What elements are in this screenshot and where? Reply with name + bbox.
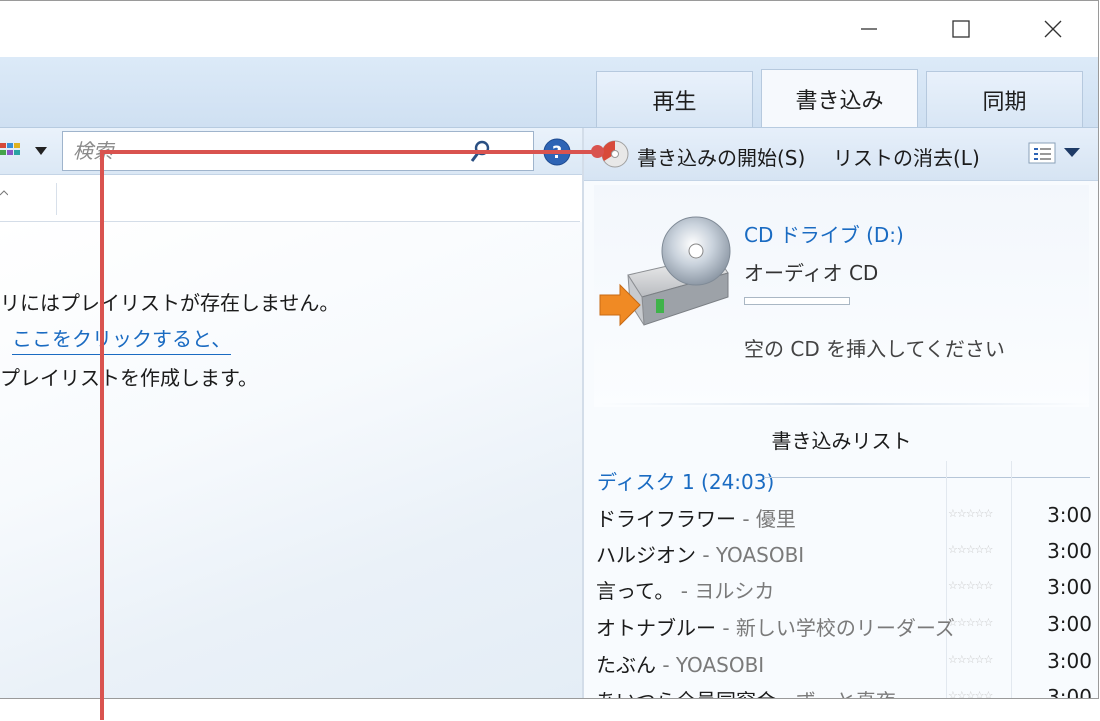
chevron-down-icon[interactable] [34, 146, 48, 156]
list-options-icon [1028, 142, 1080, 164]
callout-dot [591, 145, 604, 158]
maximize-button[interactable] [938, 9, 984, 49]
cd-drive-icon [599, 216, 731, 327]
disc-label[interactable]: ディスク 1 (24:03) [597, 466, 774, 495]
track-artist: - 新しい学校のリーダーズ [716, 616, 955, 640]
track-duration: 3:00 [1047, 575, 1092, 599]
burn-list-item[interactable]: あいつら全員同窓会 - ずっと真夜 ☆☆☆☆☆ 3:00 [596, 685, 1096, 699]
burn-list-item[interactable]: 言って。 - ヨルシカ ☆☆☆☆☆ 3:00 [596, 575, 1096, 611]
track-title: あいつら全員同窓会 [596, 689, 776, 698]
burn-list-item[interactable]: たぶん - YOASOBI ☆☆☆☆☆ 3:00 [596, 649, 1096, 685]
track-duration: 3:00 [1047, 685, 1092, 699]
track-duration: 3:00 [1047, 503, 1092, 527]
track-title: たぶん [596, 653, 656, 677]
rating-stars[interactable]: ☆☆☆☆☆ [948, 616, 993, 629]
rating-stars[interactable]: ☆☆☆☆☆ [948, 689, 993, 698]
close-icon [1044, 20, 1062, 38]
section-divider [600, 403, 1090, 405]
track-title: オトナブルー [596, 616, 716, 640]
track-artist: - ずっと真夜 [776, 689, 896, 698]
list-options-button[interactable] [1028, 141, 1084, 167]
media-player-window: 再生 書き込み 同期 ? リにはプレイリストが存在しません。 ここをクリックする… [0, 0, 1099, 699]
track-duration: 3:00 [1047, 539, 1092, 563]
track-duration: 3:00 [1047, 649, 1092, 673]
drive-progress-bar [744, 297, 850, 305]
minimize-button[interactable] [846, 9, 892, 49]
maximize-icon [952, 20, 970, 38]
tab-sync[interactable]: 同期 [926, 71, 1083, 127]
minimize-icon [861, 28, 877, 30]
rating-stars[interactable]: ☆☆☆☆☆ [948, 507, 993, 520]
track-artist: - ヨルシカ [674, 579, 775, 603]
burn-disc-icon[interactable] [600, 139, 630, 169]
drive-type: オーディオ CD [744, 261, 879, 285]
callout-line-horizontal [100, 150, 600, 154]
track-title: ドライフラワー [596, 507, 736, 531]
tab-burn[interactable]: 書き込み [761, 69, 918, 127]
clear-list-button[interactable]: リストの消去(L) [833, 142, 980, 171]
burn-list-item[interactable]: ハルジオン - YOASOBI ☆☆☆☆☆ 3:00 [596, 539, 1096, 575]
title-bar [0, 1, 1098, 57]
create-playlist-message: プレイリストを作成します。 [0, 366, 258, 390]
track-duration: 3:00 [1047, 612, 1092, 636]
create-playlist-link[interactable]: ここをクリックすると、 [12, 323, 232, 355]
start-burn-button[interactable]: 書き込みの開始(S) [637, 142, 805, 171]
tab-play[interactable]: 再生 [596, 71, 753, 127]
callout-line-vertical [100, 150, 104, 720]
drive-name[interactable]: CD ドライブ (D:) [744, 219, 904, 248]
track-title: ハルジオン [596, 543, 696, 567]
burn-list-item[interactable]: ドライフラワー - 優里 ☆☆☆☆☆ 3:00 [596, 503, 1096, 539]
rating-stars[interactable]: ☆☆☆☆☆ [948, 579, 993, 592]
view-options-icon[interactable] [0, 141, 22, 161]
disc-separator [764, 477, 1090, 478]
track-title: 言って。 [596, 579, 675, 603]
track-artist: - YOASOBI [696, 543, 805, 567]
empty-playlist-message: リにはプレイリストが存在しません。 [0, 291, 340, 315]
tab-bar: 再生 書き込み 同期 [0, 57, 1098, 128]
burn-list-item[interactable]: オトナブルー - 新しい学校のリーダーズ ☆☆☆☆☆ 3:00 [596, 612, 1096, 648]
rating-stars[interactable]: ☆☆☆☆☆ [948, 543, 993, 556]
column-divider [56, 183, 57, 215]
column-header [0, 175, 580, 222]
close-button[interactable] [1030, 9, 1076, 49]
sort-arrow-icon[interactable] [0, 189, 8, 197]
drive-status: 空の CD を挿入してください [744, 337, 1005, 361]
burn-list-title: 書き込みリスト [771, 429, 912, 453]
track-artist: - YOASOBI [656, 653, 765, 677]
track-artist: - 優里 [736, 507, 796, 531]
rating-stars[interactable]: ☆☆☆☆☆ [948, 653, 993, 666]
